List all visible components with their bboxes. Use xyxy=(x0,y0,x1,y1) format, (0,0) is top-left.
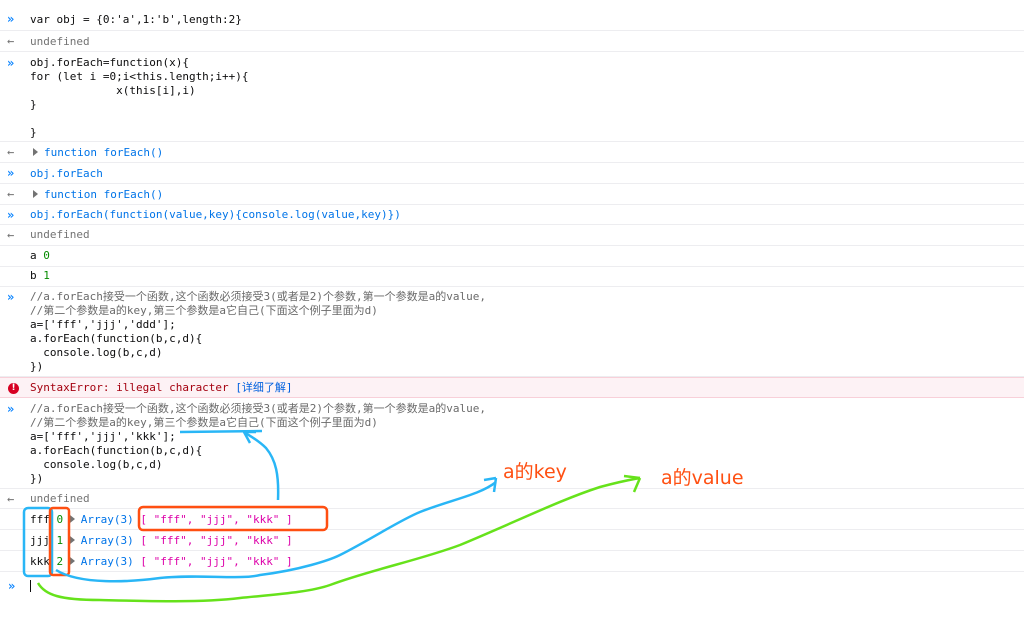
log-key: 0 xyxy=(43,249,50,262)
function-preview[interactable]: function forEach() xyxy=(33,188,1014,202)
console-input-entry[interactable]: » obj.forEach(function(value,key){consol… xyxy=(0,205,1024,225)
code-line: x(this[i],i) xyxy=(30,84,196,97)
array-preview[interactable]: [ "fff", "jjj", "kkk" ] xyxy=(140,555,292,568)
console-input-prompt-icon: » xyxy=(8,579,16,593)
console-output-entry: ← undefined xyxy=(0,31,1024,52)
console-error-entry: ! SyntaxError: illegal character [详细了解] xyxy=(0,377,1024,398)
console-input-entry[interactable]: » obj.forEach xyxy=(0,163,1024,184)
log-line: b 1 xyxy=(30,269,1014,283)
console-log-entry: jjj 1 Array(3) [ "fff", "jjj", "kkk" ] xyxy=(0,530,1024,551)
code-line: a.forEach(function(b,c,d){ xyxy=(30,444,203,457)
input-prompt-icon: » xyxy=(7,12,15,26)
expand-triangle-icon[interactable] xyxy=(69,515,75,523)
log-key: 0 xyxy=(56,513,64,526)
console-output-entry[interactable]: ← function forEach() xyxy=(0,184,1024,205)
code-line: } xyxy=(30,126,37,139)
console-log-entry: b 1 xyxy=(0,267,1024,287)
annotation-value-label: a的value xyxy=(661,467,744,489)
console-input-entry[interactable]: » //a.forEach接受一个函数,这个函数必须接受3(或者是2)个参数,第… xyxy=(0,287,1024,377)
console-input-caret[interactable] xyxy=(30,580,31,592)
log-key: 2 xyxy=(56,555,64,568)
input-prompt-icon: » xyxy=(7,208,15,222)
array-preview[interactable]: [ "fff", "jjj", "kkk" ] xyxy=(140,534,292,547)
output-value: undefined xyxy=(30,35,90,48)
input-prompt-icon: » xyxy=(7,402,15,416)
array-type[interactable]: Array(3) xyxy=(81,555,134,568)
log-value: jjj xyxy=(30,534,50,547)
log-line: fff 0 Array(3) [ "fff", "jjj", "kkk" ] xyxy=(30,513,1014,527)
output-arrow-icon: ← xyxy=(7,228,15,242)
output-value: undefined xyxy=(30,228,90,241)
code-line: } xyxy=(30,98,37,111)
console-output-entry: ← undefined xyxy=(0,489,1024,509)
function-label: function forEach() xyxy=(44,188,164,201)
code-line: }) xyxy=(30,360,44,373)
comment-line: //a.forEach接受一个函数,这个函数必须接受3(或者是2)个参数,第一个… xyxy=(30,402,486,415)
log-line: jjj 1 Array(3) [ "fff", "jjj", "kkk" ] xyxy=(30,534,1014,548)
output-value: undefined xyxy=(30,492,90,505)
code-line: obj.forEach=function(x){ xyxy=(30,56,189,69)
console-output-entry[interactable]: ← function forEach() xyxy=(0,142,1024,163)
array-type[interactable]: Array(3) xyxy=(81,534,134,547)
function-preview[interactable]: function forEach() xyxy=(33,146,1014,160)
code-line: obj.forEach xyxy=(30,167,103,180)
code-line: console.log(b,c,d) xyxy=(30,346,163,359)
input-prompt-icon: » xyxy=(7,56,15,70)
expand-triangle-icon[interactable] xyxy=(69,557,75,565)
input-prompt-icon: » xyxy=(7,166,15,180)
code-line: obj.forEach(function(value,key){console.… xyxy=(30,208,401,221)
output-arrow-icon: ← xyxy=(7,187,15,201)
output-arrow-icon: ← xyxy=(7,34,15,48)
code-line: a.forEach(function(b,c,d){ xyxy=(30,332,203,345)
expand-triangle-icon[interactable] xyxy=(33,190,38,198)
log-value: fff xyxy=(30,513,50,526)
log-key: 1 xyxy=(43,269,50,282)
log-key: 1 xyxy=(56,534,64,547)
error-message: SyntaxError: illegal character xyxy=(30,381,229,394)
code-line: a=['fff','jjj','ddd']; xyxy=(30,318,176,331)
error-line: SyntaxError: illegal character [详细了解] xyxy=(30,381,1014,395)
code-line: for (let i =0;i<this.length;i++){ xyxy=(30,70,249,83)
log-value: a xyxy=(30,249,37,262)
console-log-entry: fff 0 Array(3) [ "fff", "jjj", "kkk" ] xyxy=(0,509,1024,530)
log-line: a 0 xyxy=(30,249,1014,263)
console-input-entry[interactable]: » obj.forEach=function(x){ for (let i =0… xyxy=(0,52,1024,142)
input-prompt-icon: » xyxy=(7,290,15,304)
log-value: b xyxy=(30,269,37,282)
code-line: var obj = {0:'a',1:'b',length:2} xyxy=(30,13,242,26)
comment-line: //a.forEach接受一个函数,这个函数必须接受3(或者是2)个参数,第一个… xyxy=(30,290,486,303)
console-output-entry: ← undefined xyxy=(0,225,1024,246)
function-label: function forEach() xyxy=(44,146,164,159)
comment-line: //第二个参数是a的key,第三个参数是a它自己(下面这个例子里面为d) xyxy=(30,304,378,317)
learn-more-link[interactable]: [详细了解] xyxy=(235,381,292,394)
expand-triangle-icon[interactable] xyxy=(69,536,75,544)
comment-line: //第二个参数是a的key,第三个参数是a它自己(下面这个例子里面为d) xyxy=(30,416,378,429)
log-line: kkk 2 Array(3) [ "fff", "jjj", "kkk" ] xyxy=(30,555,1014,569)
console-log-entry: a 0 xyxy=(0,246,1024,267)
array-preview[interactable]: [ "fff", "jjj", "kkk" ] xyxy=(140,513,292,526)
output-arrow-icon: ← xyxy=(7,492,15,506)
expand-triangle-icon[interactable] xyxy=(33,148,38,156)
console-log-entry: kkk 2 Array(3) [ "fff", "jjj", "kkk" ] xyxy=(0,551,1024,572)
error-icon: ! xyxy=(8,383,19,394)
annotation-key-label: a的key xyxy=(503,461,567,483)
array-type[interactable]: Array(3) xyxy=(81,513,134,526)
output-arrow-icon: ← xyxy=(7,145,15,159)
code-line: a=['fff','jjj','kkk']; xyxy=(30,430,176,443)
console-input-entry[interactable]: » var obj = {0:'a',1:'b',length:2} xyxy=(0,8,1024,31)
top-strip xyxy=(0,0,1024,6)
log-value: kkk xyxy=(30,555,50,568)
